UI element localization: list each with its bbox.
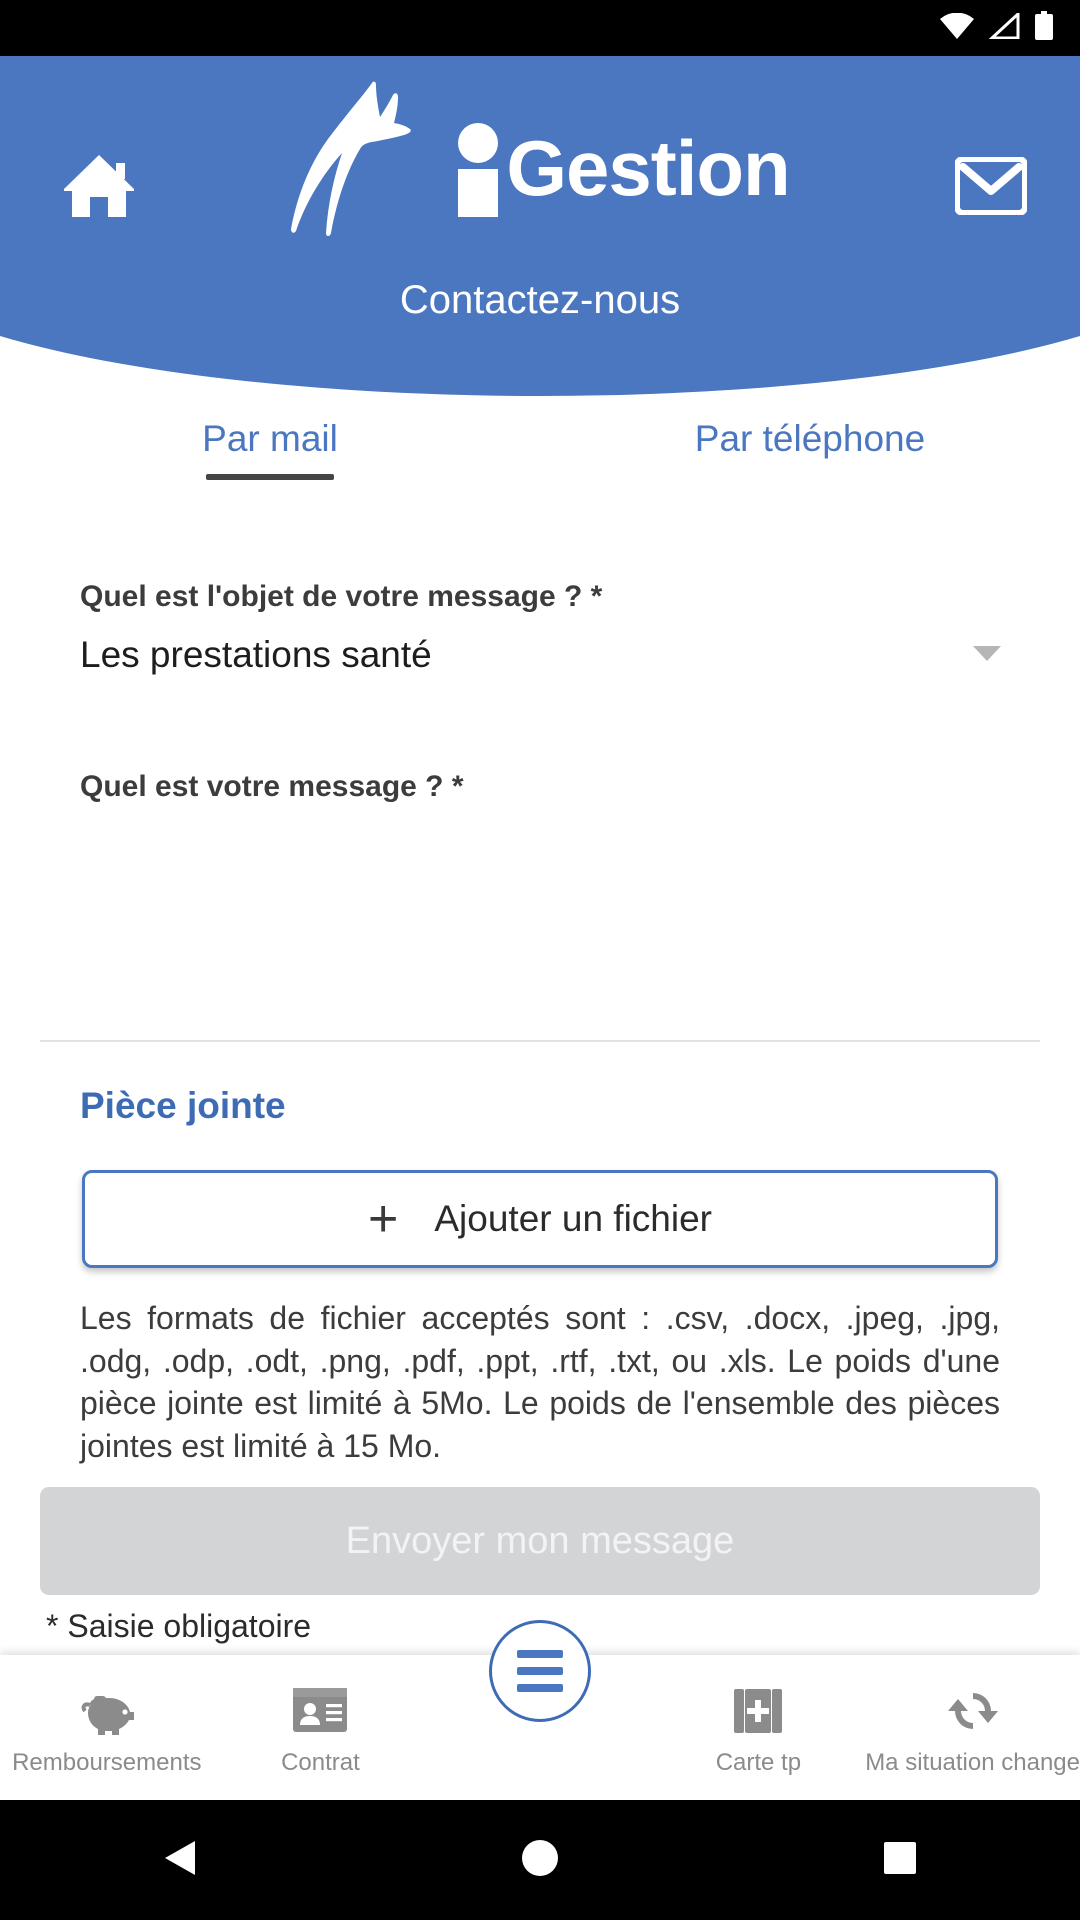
app-header: Gestion Contactez-nous (0, 56, 1080, 396)
battery-icon (1034, 10, 1054, 46)
logo-wordmark: Gestion (506, 124, 790, 212)
contact-form: Quel est l'objet de votre message ? * Le… (0, 580, 1080, 1044)
tab-label: Par mail (202, 418, 338, 459)
subject-selected-value: Les prestations santé (80, 634, 432, 675)
page-title: Contactez-nous (399, 278, 681, 322)
piggy-bank-icon (78, 1687, 136, 1739)
menu-hamburger-icon-bar2 (517, 1667, 563, 1675)
tab-active-indicator (206, 474, 334, 480)
swoosh-bird-logo-icon (290, 81, 460, 251)
recents-square-icon (882, 1840, 918, 1881)
subject-field-label: Quel est l'objet de votre message ? * (80, 580, 603, 613)
chevron-down-icon[interactable] (972, 644, 1002, 669)
brand-logo: Gestion (0, 76, 1080, 256)
nav-item-remboursements[interactable]: Remboursements (0, 1655, 214, 1800)
android-status-bar (0, 0, 1080, 56)
nav-item-contrat[interactable]: Contrat (214, 1655, 428, 1800)
plus-icon: + (367, 1190, 399, 1248)
menu-fab-button[interactable] (489, 1620, 591, 1722)
nav-item-carte-tp[interactable]: Carte tp (652, 1655, 866, 1800)
contact-method-tabs: Par mail Par téléphone (0, 418, 1080, 508)
add-file-button[interactable]: + Ajouter un fichier (82, 1170, 998, 1268)
message-field-label: Quel est votre message ? * (80, 770, 464, 803)
mail-button[interactable] (948, 148, 1034, 228)
tab-label: Par téléphone (694, 418, 926, 459)
tab-par-mail[interactable]: Par mail (0, 418, 540, 508)
nav-label: Ma situation change (865, 1748, 1080, 1776)
health-card-icon (732, 1687, 784, 1739)
home-circle-icon (520, 1838, 560, 1883)
signal-icon (988, 10, 1020, 44)
logo-letter-i (456, 123, 500, 217)
section-divider (40, 1040, 1040, 1042)
attachment-section-title: Pièce jointe (80, 1085, 286, 1126)
app-screen: Gestion Contactez-nous Par mail Par télé… (0, 0, 1080, 1920)
nav-label: Remboursements (12, 1748, 202, 1776)
menu-hamburger-icon (517, 1650, 563, 1658)
tab-par-telephone[interactable]: Par téléphone (540, 418, 1080, 508)
nav-item-ma-situation-change[interactable]: Ma situation change (865, 1655, 1080, 1800)
required-field-note: * Saisie obligatoire (46, 1608, 312, 1644)
nav-label: Contrat (281, 1748, 360, 1776)
accepted-formats-text: Les formats de fichier acceptés sont : .… (80, 1300, 1000, 1464)
wifi-icon (940, 12, 974, 44)
id-card-icon (292, 1687, 348, 1739)
send-message-label: Envoyer mon message (345, 1519, 735, 1562)
menu-hamburger-icon-bar3 (517, 1684, 563, 1692)
refresh-icon (946, 1687, 1000, 1739)
message-textarea[interactable] (0, 804, 1080, 1044)
send-message-button[interactable]: Envoyer mon message (40, 1487, 1040, 1595)
back-triangle-icon (163, 1839, 197, 1882)
tab-inactive-indicator (746, 474, 874, 480)
mail-icon (954, 155, 1028, 220)
nav-label: Carte tp (715, 1748, 802, 1776)
android-back-button[interactable] (120, 1800, 240, 1920)
android-recents-button[interactable] (840, 1800, 960, 1920)
android-home-button[interactable] (480, 1800, 600, 1920)
add-file-label: Ajouter un fichier (434, 1198, 713, 1239)
android-navigation-bar (0, 1800, 1080, 1920)
subject-select[interactable]: Les prestations santé (0, 626, 1080, 684)
